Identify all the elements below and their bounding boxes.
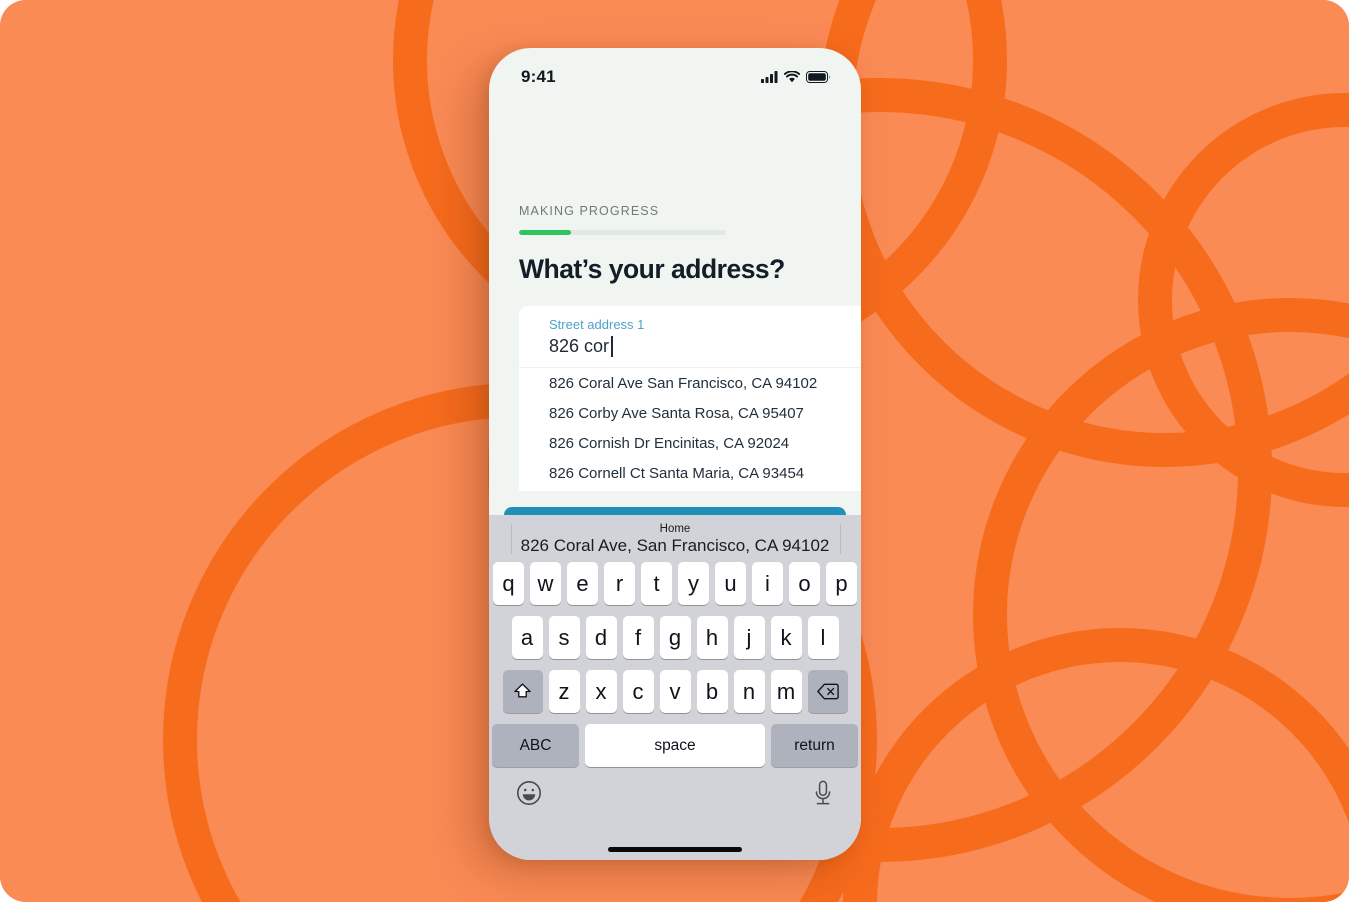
predictive-divider-right <box>840 524 841 554</box>
wifi-icon <box>784 71 800 83</box>
suggestion-item[interactable]: 826 Cornell Ct Santa Maria, CA 93454 <box>519 458 861 488</box>
key-g[interactable]: g <box>659 616 691 659</box>
status-bar: 9:41 <box>489 48 861 96</box>
key-x[interactable]: x <box>585 670 617 713</box>
shift-arrow-icon <box>514 683 531 698</box>
key-w[interactable]: w <box>530 562 561 605</box>
backspace-delete-icon <box>816 683 839 700</box>
suggestion-item[interactable]: 826 Coral Ave San Francisco, CA 94102 <box>519 368 861 398</box>
keyboard-row-3: zxcvbnm <box>492 670 858 713</box>
progress-label: MAKING PROGRESS <box>519 204 660 218</box>
key-l[interactable]: l <box>807 616 839 659</box>
key-h[interactable]: h <box>696 616 728 659</box>
key-j[interactable]: j <box>733 616 765 659</box>
key-b[interactable]: b <box>696 670 728 713</box>
key-y[interactable]: y <box>678 562 709 605</box>
predictive-label: Home <box>659 522 691 535</box>
key-e[interactable]: e <box>567 562 598 605</box>
keyboard-row-4: ABC space return <box>492 724 858 767</box>
predictive-suggestion-bar[interactable]: Home 826 Coral Ave, San Francisco, CA 94… <box>489 515 861 562</box>
keyboard-row-3-letters: zxcvbnm <box>548 670 802 713</box>
onboarding-content: MAKING PROGRESS What’s your address? Str… <box>489 96 861 553</box>
keyboard-row-1: qwertyuiop <box>492 562 858 605</box>
key-t[interactable]: t <box>641 562 672 605</box>
suggestion-item[interactable]: 826 Cornish Dr Encinitas, CA 92024 <box>519 428 861 458</box>
key-z[interactable]: z <box>548 670 580 713</box>
progress-bar-track <box>519 230 726 235</box>
key-o[interactable]: o <box>789 562 820 605</box>
key-r[interactable]: r <box>604 562 635 605</box>
key-s[interactable]: s <box>548 616 580 659</box>
key-u[interactable]: u <box>715 562 746 605</box>
page-title: What’s your address? <box>519 254 785 284</box>
predictive-address: 826 Coral Ave, San Francisco, CA 94102 <box>520 535 830 555</box>
shift-key[interactable] <box>502 670 543 713</box>
street-address-field-card[interactable]: Street address 1 826 cor <box>519 306 861 367</box>
key-v[interactable]: v <box>659 670 691 713</box>
cellular-signal-icon <box>761 71 778 83</box>
key-n[interactable]: n <box>733 670 765 713</box>
keyboard-bottom-bar <box>489 767 861 819</box>
street-address-label: Street address 1 <box>549 317 645 332</box>
abc-key[interactable]: ABC <box>492 724 580 767</box>
text-caret <box>611 335 613 357</box>
progress-bar-fill <box>519 230 571 235</box>
street-address-input-row[interactable]: 826 cor <box>549 333 861 359</box>
emoji-smiley-icon[interactable] <box>516 780 542 806</box>
microphone-icon[interactable] <box>812 780 834 807</box>
suggestion-item[interactable]: 826 Corby Ave Santa Rosa, CA 95407 <box>519 398 861 428</box>
backspace-key[interactable] <box>807 670 848 713</box>
status-bar-time: 9:41 <box>521 67 556 86</box>
key-m[interactable]: m <box>770 670 802 713</box>
key-k[interactable]: k <box>770 616 802 659</box>
street-address-input-value: 826 cor <box>549 336 610 356</box>
address-suggestion-list[interactable]: 826 Coral Ave San Francisco, CA 94102 826… <box>519 367 861 491</box>
on-screen-keyboard[interactable]: Home 826 Coral Ave, San Francisco, CA 94… <box>489 515 861 860</box>
key-a[interactable]: a <box>511 616 543 659</box>
key-p[interactable]: p <box>826 562 857 605</box>
predictive-divider-left <box>511 524 512 554</box>
key-f[interactable]: f <box>622 616 654 659</box>
phone-mockup: 9:41 MAKING PROGRESS What’s your address… <box>489 48 861 860</box>
keyboard-rows: qwertyuiop asdfghjkl zxcvbnm ABC space r… <box>489 562 861 767</box>
key-c[interactable]: c <box>622 670 654 713</box>
battery-full-icon <box>806 71 831 83</box>
space-key[interactable]: space <box>585 724 765 767</box>
key-q[interactable]: q <box>493 562 524 605</box>
key-i[interactable]: i <box>752 562 783 605</box>
key-d[interactable]: d <box>585 616 617 659</box>
screenshot-stage: 9:41 MAKING PROGRESS What’s your address… <box>0 0 1349 902</box>
predictive-suggestion[interactable]: Home 826 Coral Ave, San Francisco, CA 94… <box>521 523 830 555</box>
return-key[interactable]: return <box>770 724 858 767</box>
status-bar-icons <box>761 71 831 83</box>
keyboard-row-2: asdfghjkl <box>492 616 858 659</box>
home-indicator <box>608 847 742 852</box>
